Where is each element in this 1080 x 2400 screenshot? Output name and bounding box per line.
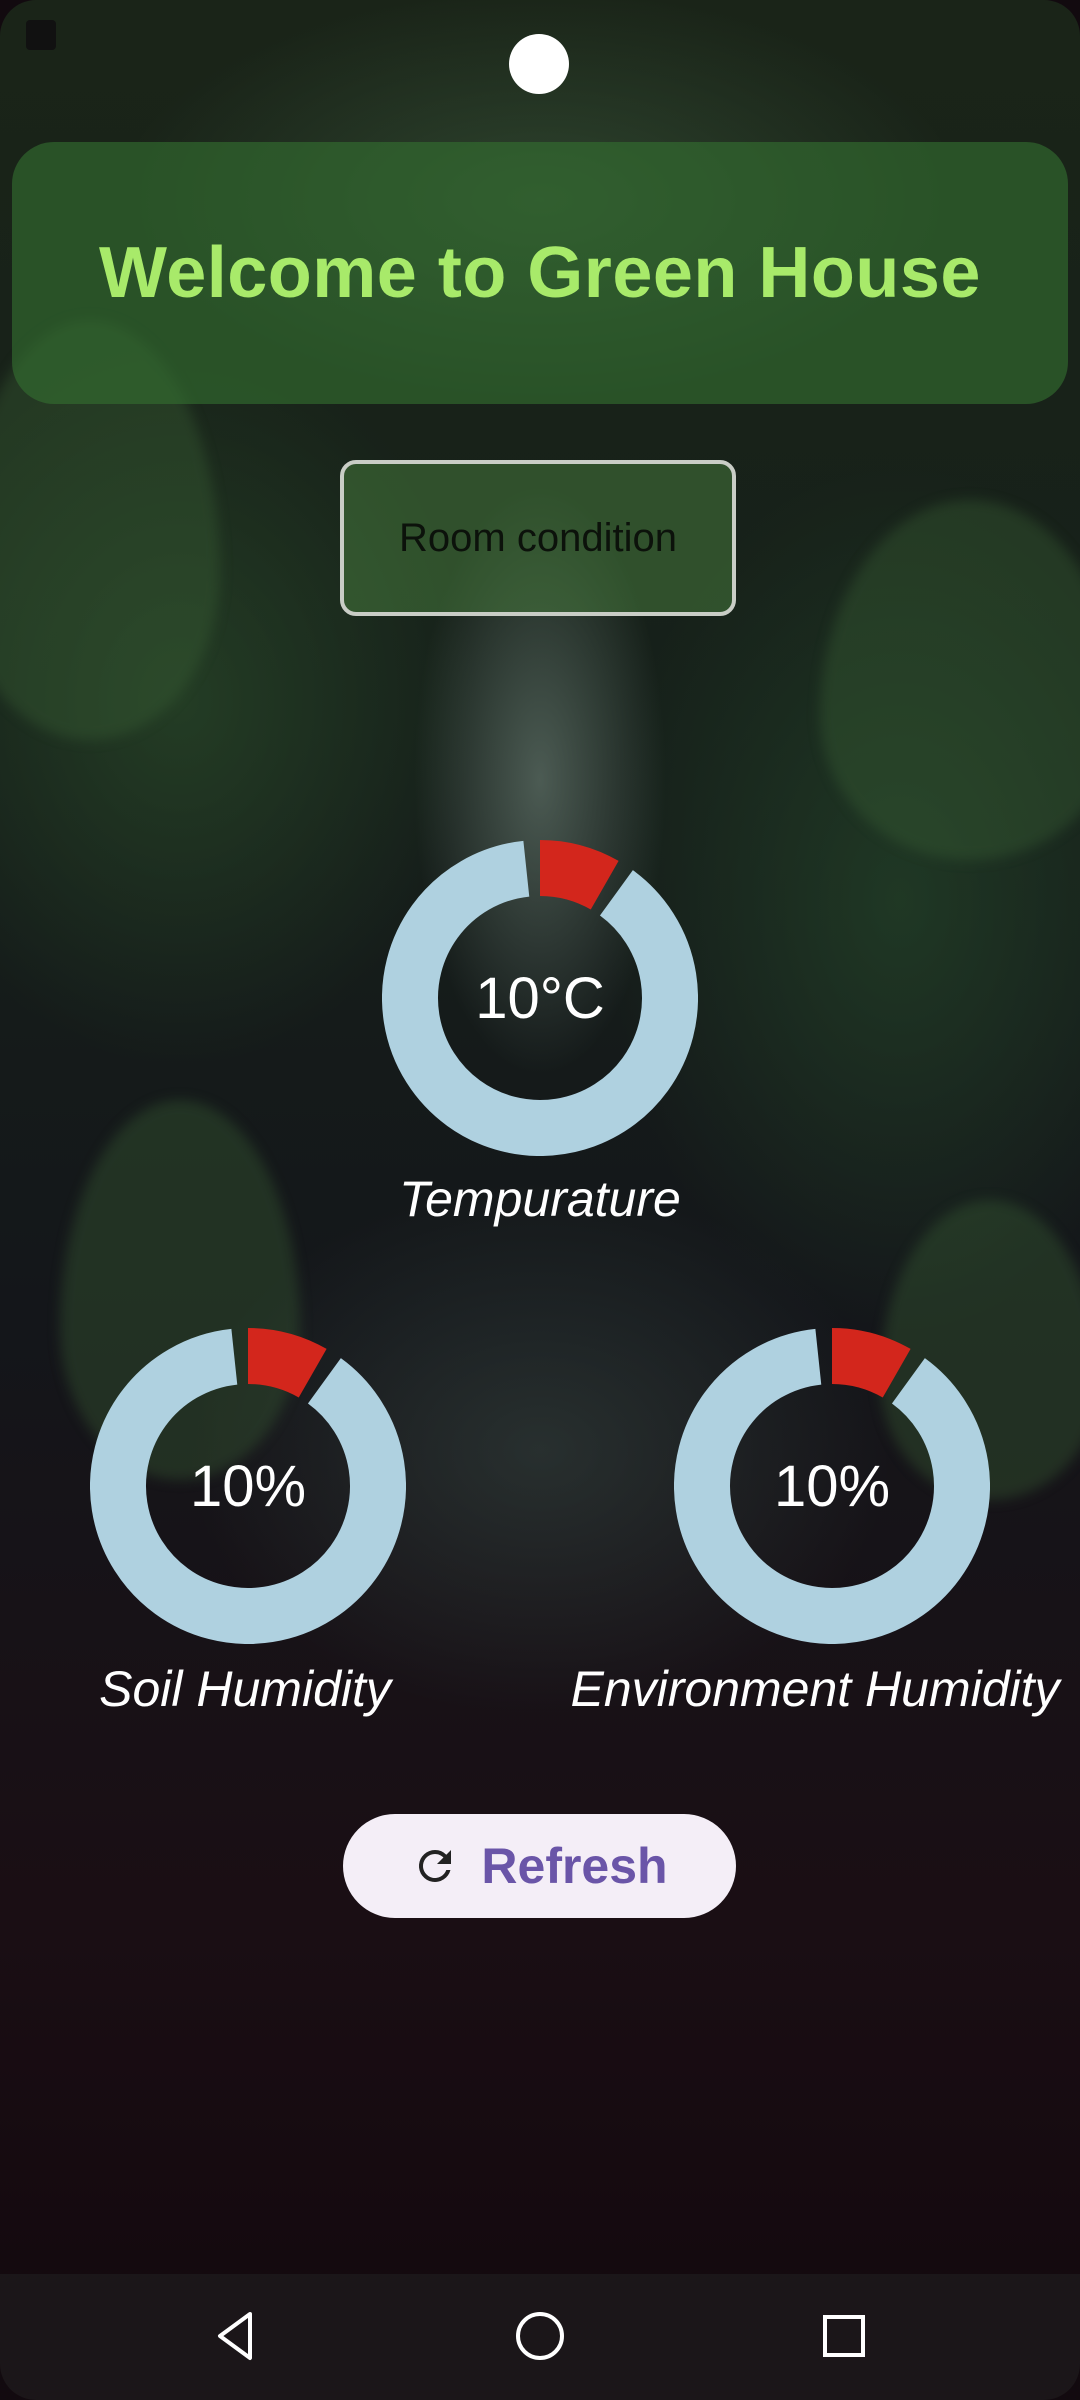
recents-square-icon[interactable] bbox=[812, 2304, 876, 2368]
page-title: Welcome to Green House bbox=[99, 233, 981, 313]
back-triangle-icon[interactable] bbox=[204, 2304, 268, 2368]
refresh-label: Refresh bbox=[481, 1838, 668, 1894]
refresh-icon bbox=[419, 1850, 452, 1882]
temperature-label: Tempurature bbox=[399, 1171, 681, 1227]
temperature-gauge: 10°C bbox=[382, 840, 698, 1156]
home-circle-icon[interactable] bbox=[508, 2304, 572, 2368]
navigation-bar bbox=[0, 2274, 1080, 2400]
app-screen: Welcome to Green House Room condition 10… bbox=[0, 0, 1080, 2400]
room-condition-button[interactable]: Room condition bbox=[340, 460, 736, 616]
environment-humidity-value: 10% bbox=[773, 1453, 891, 1519]
room-condition-label: Room condition bbox=[399, 515, 677, 560]
welcome-card: Welcome to Green House bbox=[12, 142, 1068, 404]
temperature-value: 10°C bbox=[475, 965, 605, 1031]
background-foliage bbox=[820, 500, 1080, 860]
soil-humidity-value: 10% bbox=[189, 1453, 307, 1519]
soil-humidity-gauge: 10% bbox=[90, 1328, 406, 1644]
front-camera-cutout bbox=[509, 34, 569, 94]
soil-humidity-label: Soil Humidity bbox=[99, 1661, 391, 1717]
refresh-button[interactable]: Refresh bbox=[343, 1814, 736, 1918]
environment-humidity-gauge: 10% bbox=[674, 1328, 990, 1644]
status-bar bbox=[0, 0, 1080, 94]
notification-icon bbox=[26, 20, 56, 50]
environment-humidity-label: Environment Humidity bbox=[570, 1661, 1060, 1717]
